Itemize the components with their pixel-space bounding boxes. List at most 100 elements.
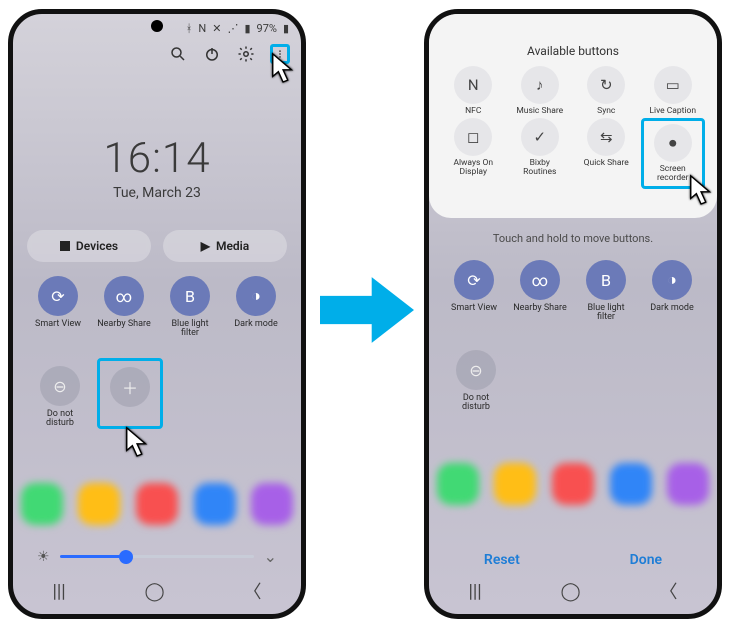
signal-icon: ▮ <box>244 23 250 34</box>
search-icon[interactable] <box>168 44 188 64</box>
qs-grid-row2: ⊖Do not disturb＋ <box>27 366 163 429</box>
smart-view-label: Smart View <box>451 304 497 313</box>
panel-title: Available buttons <box>429 44 717 58</box>
available-music-share[interactable]: ♪ Music Share <box>508 66 573 116</box>
nav-recents[interactable]: ||| <box>52 581 65 602</box>
tile-dnd[interactable]: ⊖ Do not disturb <box>27 366 93 429</box>
tile-nearby-share[interactable]: ∞ Nearby Share <box>509 260 571 323</box>
available-nfc[interactable]: N NFC <box>441 66 506 116</box>
nearby-share-icon: ∞ <box>104 276 144 316</box>
sync-label: Sync <box>597 107 615 116</box>
clock-time: 16:14 <box>13 134 301 183</box>
blue-light-label: Blue light filter <box>171 320 208 339</box>
nav-home[interactable]: ◯ <box>145 581 165 602</box>
mute-icon: ✕ <box>212 23 221 34</box>
tile-dark-mode[interactable]: ◑ Dark mode <box>641 260 703 323</box>
brightness-slider[interactable]: ☀ ⌄ <box>37 547 277 566</box>
phone-right: Available buttons NNFC♪Music Share↻Sync▭… <box>424 9 722 619</box>
tile-smart-view[interactable]: ⟳ Smart View <box>443 260 505 323</box>
screen-record-label: Screen recorder <box>657 165 689 183</box>
nav-home[interactable]: ◯ <box>561 581 581 602</box>
devices-icon <box>60 241 70 251</box>
panel-actions: Reset Done <box>429 552 717 568</box>
media-label: Media <box>216 239 249 253</box>
smart-view-icon: ⟳ <box>454 260 494 300</box>
available-quick-share[interactable]: ⇆Quick Share <box>574 118 639 189</box>
available-aod[interactable]: ◻ Always On Display <box>441 118 506 189</box>
available-bixby[interactable]: ✓ Bixby Routines <box>508 118 573 189</box>
devices-label: Devices <box>76 239 118 253</box>
dark-mode-label: Dark mode <box>650 304 694 313</box>
transition-arrow <box>320 270 414 350</box>
available-screen-record[interactable]: ⏺ Screen recorder <box>641 118 706 189</box>
blue-light-icon: B <box>170 276 210 316</box>
bixby-label: Bixby Routines <box>523 159 556 177</box>
chevron-down-icon[interactable]: ⌄ <box>264 547 277 566</box>
settings-icon[interactable] <box>236 44 256 64</box>
nearby-share-icon: ∞ <box>520 260 560 300</box>
aod-label: Always On Display <box>453 159 493 177</box>
brightness-icon: ☀ <box>37 549 50 565</box>
quick-share-icon: ⇆ <box>587 118 625 156</box>
blue-light-icon: B <box>586 260 626 300</box>
tile-blue-light[interactable]: B Blue light filter <box>159 276 221 339</box>
done-button[interactable]: Done <box>630 552 662 568</box>
dark-mode-label: Dark mode <box>234 320 278 329</box>
clock-date: Tue, March 23 <box>13 185 301 201</box>
tile-nearby-share[interactable]: ∞ Nearby Share <box>93 276 155 339</box>
dark-mode-icon: ◑ <box>236 276 276 316</box>
tile-dnd[interactable]: ⊖Do not disturb <box>443 350 509 413</box>
status-bar: ᚼ N ✕ ⋰ ▮ 97% ▮ <box>186 22 289 35</box>
live-caption-icon: ▭ <box>654 66 692 104</box>
music-share-icon: ♪ <box>521 66 559 104</box>
nav-bar: ||| ◯ 〈 <box>13 578 301 604</box>
nfc-icon: N <box>198 23 206 34</box>
blue-light-label: Blue light filter <box>587 304 624 323</box>
qs-toolbar <box>168 44 290 64</box>
home-apps-blur <box>13 444 301 564</box>
available-panel: Available buttons NNFC♪Music Share↻Sync▭… <box>429 14 717 218</box>
nfc-label: NFC <box>465 107 481 116</box>
front-camera <box>151 20 163 32</box>
brightness-track[interactable] <box>60 555 254 558</box>
available-live-caption[interactable]: ▭Live Caption <box>641 66 706 116</box>
nav-back[interactable]: 〈 <box>244 578 262 604</box>
smart-view-icon: ⟳ <box>38 276 78 316</box>
nav-bar: ||| ◯ 〈 <box>429 578 717 604</box>
dnd-icon: ⊖ <box>40 366 80 406</box>
tile-smart-view[interactable]: ⟳ Smart View <box>27 276 89 339</box>
phone-left: ᚼ N ✕ ⋰ ▮ 97% ▮ 16:14 Tue, March 23 Devi… <box>8 9 306 619</box>
power-icon[interactable] <box>202 44 222 64</box>
qs-pills: Devices ▶ Media <box>27 230 287 262</box>
hint-text: Touch and hold to move buttons. <box>429 232 717 245</box>
battery-pct: 97% <box>257 22 277 35</box>
media-button[interactable]: ▶ Media <box>163 230 287 262</box>
tile-blue-light[interactable]: B Blue light filter <box>575 260 637 323</box>
clock: 16:14 Tue, March 23 <box>13 134 301 201</box>
battery-icon: ▮ <box>283 23 289 34</box>
devices-button[interactable]: Devices <box>27 230 151 262</box>
screen-record-icon: ⏺ <box>654 124 692 162</box>
more-icon[interactable] <box>270 44 290 64</box>
home-apps-blur <box>429 424 717 544</box>
music-share-label: Music Share <box>516 107 563 116</box>
nav-recents[interactable]: ||| <box>468 581 481 602</box>
bixby-icon: ✓ <box>521 118 559 156</box>
dnd-label: Do not disturb <box>46 410 74 429</box>
smart-view-label: Smart View <box>35 320 81 329</box>
nav-back[interactable]: 〈 <box>660 578 678 604</box>
aod-icon: ◻ <box>454 118 492 156</box>
reset-button[interactable]: Reset <box>484 552 520 568</box>
nearby-share-label: Nearby Share <box>97 320 151 329</box>
available-grid: N NFC ♪ Music Share ↻Sync▭Live Caption ◻ Alway… <box>429 66 717 189</box>
bluetooth-icon: ᚼ <box>186 23 193 34</box>
qs-grid-row2: ⊖Do not disturb <box>443 350 509 413</box>
dnd-label: Do not disturb <box>462 394 490 413</box>
tile-add[interactable]: ＋ <box>97 358 163 429</box>
dark-mode-icon: ◑ <box>652 260 692 300</box>
nearby-share-label: Nearby Share <box>513 304 567 313</box>
nfc-icon: N <box>454 66 492 104</box>
tile-dark-mode[interactable]: ◑ Dark mode <box>225 276 287 339</box>
available-sync[interactable]: ↻Sync <box>574 66 639 116</box>
qs-grid: ⟳ Smart View ∞ Nearby Share B Blue light filt… <box>443 260 703 323</box>
